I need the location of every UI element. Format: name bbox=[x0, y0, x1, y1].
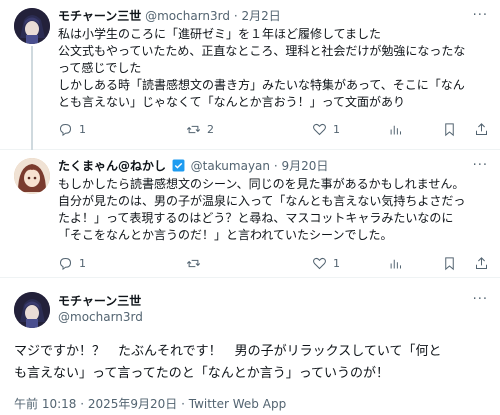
share-icon bbox=[476, 123, 487, 135]
tweet-date[interactable]: 2月2日 bbox=[241, 9, 280, 23]
like-count: 1 bbox=[333, 123, 340, 136]
tweet-header: モチャーン三世 @mocharn3rd · 2月2日 bbox=[58, 8, 470, 24]
reply-tweet-1[interactable]: モチャーン三世 @mocharn3rd · 2月2日 ··· 私は小学生のころに… bbox=[0, 0, 500, 150]
text-line: 公文式もやっていたため、正直なところ、理科と社会だけが勉強になったな bbox=[58, 44, 466, 58]
retweet-icon bbox=[186, 259, 201, 268]
like-button[interactable]: 1 bbox=[312, 256, 340, 271]
text-line: もしかしたら読書感想文のシーン、同じのを見た事があるかもしれません。 bbox=[58, 177, 465, 191]
like-count: 1 bbox=[333, 257, 340, 270]
retweet-button[interactable]: 2 bbox=[186, 122, 214, 137]
reply-button[interactable]: 1 bbox=[58, 256, 86, 271]
bookmark-button[interactable] bbox=[442, 122, 457, 137]
thread-connector bbox=[31, 46, 33, 150]
reply-icon bbox=[59, 123, 72, 137]
views-button[interactable] bbox=[388, 122, 403, 137]
more-options-icon[interactable]: ··· bbox=[473, 8, 488, 23]
more-options-icon[interactable]: ··· bbox=[473, 292, 488, 307]
heart-icon bbox=[313, 123, 326, 136]
tweet-header: たくまゃん@ねかし @takumayan · 9月20日 bbox=[58, 158, 470, 174]
text-line: も言えない」って言ってたのと「なんとか言う」っていうのが！ bbox=[14, 366, 390, 381]
text-line: って感じでした bbox=[58, 61, 142, 75]
focused-tweet: モチャーン三世 @mocharn3rd ··· マジですか！？ たぶんそれです！… bbox=[0, 278, 500, 415]
verified-badge-icon bbox=[172, 159, 185, 172]
avatar[interactable] bbox=[14, 292, 50, 328]
more-options-icon[interactable]: ··· bbox=[473, 158, 488, 173]
tweet-timestamp[interactable]: 午前 10:18 · 2025年9月20日 · Twitter Web App bbox=[14, 395, 286, 412]
views-button[interactable] bbox=[388, 256, 403, 271]
reply-count: 1 bbox=[79, 123, 86, 136]
reply-tweet-2[interactable]: たくまゃん@ねかし @takumayan · 9月20日 ··· もしかしたら読… bbox=[0, 150, 500, 278]
text-line: マジですか！？ たぶんそれです！ 男の子がリラックスしていて「何と bbox=[14, 344, 442, 359]
text-line: 「そこをなんとか言うのだ！」と言われていたシーンでした。 bbox=[58, 228, 393, 242]
tweet-text: マジですか！？ たぶんそれです！ 男の子がリラックスしていて「何と も言えない」… bbox=[14, 341, 494, 385]
tweet-text: もしかしたら読書感想文のシーン、同じのを見た事があるかもしれません。 自分が見た… bbox=[58, 176, 490, 244]
display-name[interactable]: モチャーン三世 bbox=[58, 292, 141, 309]
share-button[interactable] bbox=[474, 256, 489, 271]
bookmark-icon bbox=[445, 257, 454, 271]
views-icon bbox=[390, 125, 401, 135]
text-line: 私は小学生のころに「進研ゼミ」を１年ほど履修してました bbox=[58, 27, 382, 41]
share-button[interactable] bbox=[474, 122, 489, 137]
tweet-date[interactable]: 9月20日 bbox=[282, 159, 329, 173]
views-icon bbox=[390, 259, 401, 269]
user-handle[interactable]: @mocharn3rd bbox=[145, 9, 230, 23]
avatar[interactable] bbox=[14, 8, 50, 44]
retweet-button[interactable] bbox=[186, 256, 201, 271]
bookmark-button[interactable] bbox=[442, 256, 457, 271]
heart-icon bbox=[313, 257, 326, 270]
bookmark-icon bbox=[445, 123, 454, 137]
reply-count: 1 bbox=[79, 257, 86, 270]
text-line: 自分が見たのは、男の子が温泉に入って「なんとも言えない気持ちよさだっ bbox=[58, 194, 466, 208]
like-button[interactable]: 1 bbox=[312, 122, 340, 137]
action-bar: 1 1 bbox=[58, 256, 488, 272]
tweet-text: 私は小学生のころに「進研ゼミ」を１年ほど履修してました 公文式もやっていたため、… bbox=[58, 26, 490, 111]
separator: · bbox=[233, 9, 238, 23]
retweet-count: 2 bbox=[207, 123, 214, 136]
avatar[interactable] bbox=[14, 158, 50, 194]
action-bar: 1 2 1 bbox=[58, 122, 488, 138]
user-handle[interactable]: @mocharn3rd bbox=[58, 310, 143, 324]
display-name[interactable]: たくまゃん@ねかし bbox=[58, 159, 166, 173]
separator: · bbox=[273, 159, 278, 173]
display-name[interactable]: モチャーン三世 bbox=[58, 9, 141, 23]
text-line: たよ！」って表現するのはどう？と尋ね、マスコットキャラみたいなのに bbox=[58, 211, 454, 225]
share-icon bbox=[476, 257, 487, 269]
retweet-icon bbox=[186, 125, 201, 134]
text-line: しかしある時「読書感想文の書き方」みたいな特集があって、そこに「なん bbox=[58, 78, 465, 92]
user-handle[interactable]: @takumayan bbox=[191, 159, 270, 173]
text-line: とも言えない」じゃなくて「なんとか言おう！」って文面があり bbox=[58, 95, 406, 109]
reply-icon bbox=[59, 257, 72, 271]
reply-button[interactable]: 1 bbox=[58, 122, 86, 137]
